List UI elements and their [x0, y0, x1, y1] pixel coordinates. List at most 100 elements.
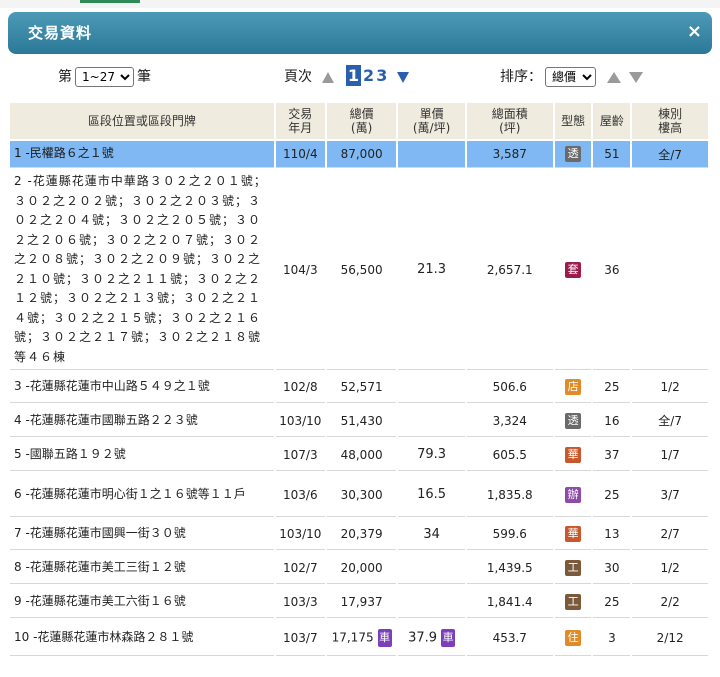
cell-age: 37: [593, 439, 631, 471]
close-icon[interactable]: ×: [687, 21, 702, 42]
cell-age: 16: [593, 405, 631, 437]
table-row[interactable]: 9 -花蓮縣花蓮市美工六街１６號 103/3 17,937 1,841.4 工 …: [10, 586, 708, 618]
cell-floor: 全/7: [632, 141, 708, 168]
prev-page-icon[interactable]: [322, 71, 335, 83]
cell-unit-price: [398, 372, 465, 403]
type-badge: 辦: [565, 486, 582, 503]
page-1-link[interactable]: 1: [345, 65, 362, 86]
cell-location: 3 -花蓮縣花蓮市中山路５４９之１號: [10, 372, 274, 403]
cell-location: 2 -花蓮縣花蓮市中華路３０２之２０１號；３０２之２０２號；３０２之２０３號；３…: [10, 170, 274, 370]
cell-floor: 2/12: [632, 620, 708, 656]
cell-age: 51: [593, 141, 631, 168]
table-row[interactable]: 4 -花蓮縣花蓮市國聯五路２２３號 103/10 51,430 3,324 透 …: [10, 405, 708, 437]
cell-total-price: 87,000: [326, 141, 397, 168]
cell-unit-price: 79.3: [398, 439, 465, 471]
records-suffix: 筆: [137, 69, 151, 85]
header-unit-price[interactable]: 單價 (萬/坪): [398, 103, 465, 139]
sort-descending-icon[interactable]: [629, 71, 643, 83]
header-date[interactable]: 交易 年月: [275, 103, 325, 139]
cell-type: 華: [554, 519, 592, 550]
cell-floor: 1/2: [632, 552, 708, 584]
type-badge: 透: [565, 146, 582, 162]
cell-age: 36: [593, 170, 631, 370]
total-price-value: 17,175: [331, 630, 374, 644]
table-row[interactable]: 3 -花蓮縣花蓮市中山路５４９之１號 102/8 52,571 506.6 店 …: [10, 372, 708, 403]
cell-type: 透: [554, 405, 592, 437]
cell-age: 30: [593, 552, 631, 584]
cell-total-price: 52,571: [326, 372, 397, 403]
records-range-select[interactable]: 1~27: [75, 67, 134, 87]
page-label: 頁次: [284, 69, 312, 85]
cell-floor: [632, 170, 708, 370]
cell-age: 25: [593, 372, 631, 403]
cell-age: 3: [593, 620, 631, 656]
cell-total-price: 20,000: [326, 552, 397, 584]
type-badge: 店: [565, 379, 582, 395]
cell-area: 1,841.4: [466, 586, 553, 618]
type-badge: 透: [565, 412, 582, 429]
cell-unit-price: [398, 586, 465, 618]
cell-total-price: 51,430: [326, 405, 397, 437]
dialog-title: 交易資料: [28, 24, 93, 42]
type-badge: 住: [565, 629, 582, 646]
next-page-icon[interactable]: [396, 71, 409, 83]
cell-unit-price: [398, 405, 465, 437]
header-total-price[interactable]: 總價 (萬): [326, 103, 397, 139]
cell-age: 13: [593, 519, 631, 550]
cell-age: 25: [593, 473, 631, 517]
table-row[interactable]: 6 -花蓮縣花蓮市明心街１之１６號等１１戶 103/6 30,300 16.5 …: [10, 473, 708, 517]
background-page-strip: [0, 0, 720, 8]
table-row[interactable]: 5 -國聯五路１９２號 107/3 48,000 79.3 605.5 華 37…: [10, 439, 708, 471]
cell-location: 7 -花蓮縣花蓮市國興一街３０號: [10, 519, 274, 550]
table-row[interactable]: 8 -花蓮縣花蓮市美工三街１２號 102/7 20,000 1,439.5 工 …: [10, 552, 708, 584]
cell-unit-price: [398, 141, 465, 168]
cell-unit-price: 34: [398, 519, 465, 550]
cell-location: 6 -花蓮縣花蓮市明心街１之１６號等１１戶: [10, 473, 274, 517]
cell-unit-price: 21.3: [398, 170, 465, 370]
cell-total-price: 48,000: [326, 439, 397, 471]
table-row[interactable]: 1 -民權路６之１號 110/4 87,000 3,587 透 51 全/7: [10, 141, 708, 168]
cell-total-price: 17,175 車: [326, 620, 397, 656]
cell-total-price: 20,379: [326, 519, 397, 550]
sort-ascending-icon[interactable]: [607, 71, 621, 83]
page-3-link[interactable]: 3: [376, 66, 387, 85]
cell-date: 102/8: [275, 372, 325, 403]
cell-total-price: 17,937: [326, 586, 397, 618]
pagination: 頁次 123: [284, 65, 409, 86]
records-range: 第 1~27 筆: [58, 66, 151, 87]
header-area[interactable]: 總面積 (坪): [466, 103, 553, 139]
cell-unit-price: 37.9 車: [398, 620, 465, 656]
unit-price-value: 37.9: [408, 630, 438, 645]
cell-type: 套: [554, 170, 592, 370]
parking-included-icon: 車: [441, 628, 456, 647]
header-type[interactable]: 型態: [554, 103, 592, 139]
table-header-row: 區段位置或區段門牌 交易 年月 總價 (萬) 單價 (萬/坪) 總面積 (坪) …: [10, 103, 708, 139]
cell-floor: 1/2: [632, 372, 708, 403]
type-badge: 套: [565, 261, 582, 278]
cell-type: 住: [554, 620, 592, 656]
header-location[interactable]: 區段位置或區段門牌: [10, 103, 274, 139]
sort-select[interactable]: 總價: [545, 67, 596, 87]
table-body: 1 -民權路６之１號 110/4 87,000 3,587 透 51 全/7 2…: [10, 141, 708, 656]
cell-date: 102/7: [275, 552, 325, 584]
header-floor[interactable]: 棟別 樓高: [632, 103, 708, 139]
table-row[interactable]: 7 -花蓮縣花蓮市國興一街３０號 103/10 20,379 34 599.6 …: [10, 519, 708, 550]
table-row[interactable]: 10 -花蓮縣花蓮市林森路２８１號 103/7 17,175 車 37.9 車 45…: [10, 620, 708, 656]
cell-area: 605.5: [466, 439, 553, 471]
type-badge: 工: [565, 593, 582, 610]
cell-area: 599.6: [466, 519, 553, 550]
cell-date: 103/7: [275, 620, 325, 656]
cell-type: 辦: [554, 473, 592, 517]
cell-type: 店: [554, 372, 592, 403]
transactions-table: 區段位置或區段門牌 交易 年月 總價 (萬) 單價 (萬/坪) 總面積 (坪) …: [8, 101, 710, 658]
page-2-link[interactable]: 2: [363, 66, 374, 85]
cell-area: 3,324: [466, 405, 553, 437]
cell-area: 2,657.1: [466, 170, 553, 370]
header-age[interactable]: 屋齡: [593, 103, 631, 139]
parking-included-icon: 車: [377, 628, 392, 647]
cell-type: 透: [554, 141, 592, 168]
dialog-titlebar: 交易資料 ×: [8, 12, 712, 54]
table-row[interactable]: 2 -花蓮縣花蓮市中華路３０２之２０１號；３０２之２０２號；３０２之２０３號；３…: [10, 170, 708, 370]
background-accent: [80, 0, 140, 3]
cell-unit-price: [398, 552, 465, 584]
